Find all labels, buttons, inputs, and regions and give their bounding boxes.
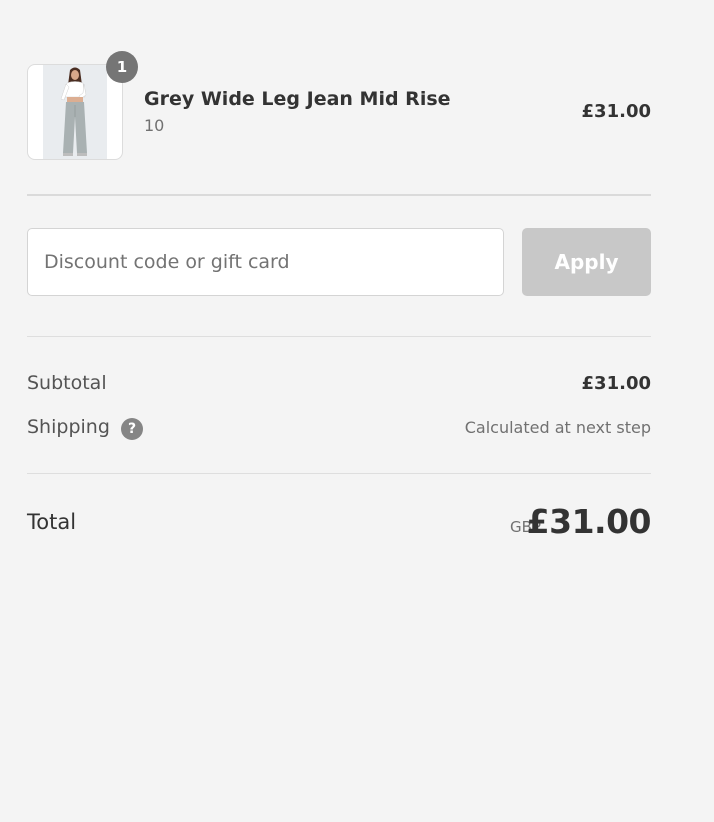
model-wearing-jeans-image	[43, 65, 107, 159]
total-divider	[27, 473, 651, 474]
discount-divider	[27, 336, 651, 337]
items-divider	[27, 194, 651, 196]
shipping-value: Calculated at next step	[464, 418, 651, 437]
subtotal-label: Subtotal	[27, 372, 107, 394]
discount-code-input[interactable]	[27, 228, 504, 296]
product-name: Grey Wide Leg Jean Mid Rise	[144, 88, 451, 110]
product-image	[43, 65, 107, 159]
product-variant: 10	[144, 116, 165, 135]
help-icon[interactable]: ?	[121, 418, 143, 440]
quantity-badge: 1	[106, 51, 138, 83]
product-price: £31.00	[581, 101, 651, 122]
total-label: Total	[27, 510, 77, 534]
cart-line-item: 1 Grey Wide Leg Jean Mid Rise 10 £31.00	[27, 51, 651, 160]
subtotal-value: £31.00	[581, 373, 651, 394]
total-value: £31.00	[526, 502, 652, 541]
apply-discount-button[interactable]: Apply	[522, 228, 651, 296]
product-thumbnail: 1	[27, 51, 138, 160]
shipping-label: Shipping	[27, 416, 110, 438]
